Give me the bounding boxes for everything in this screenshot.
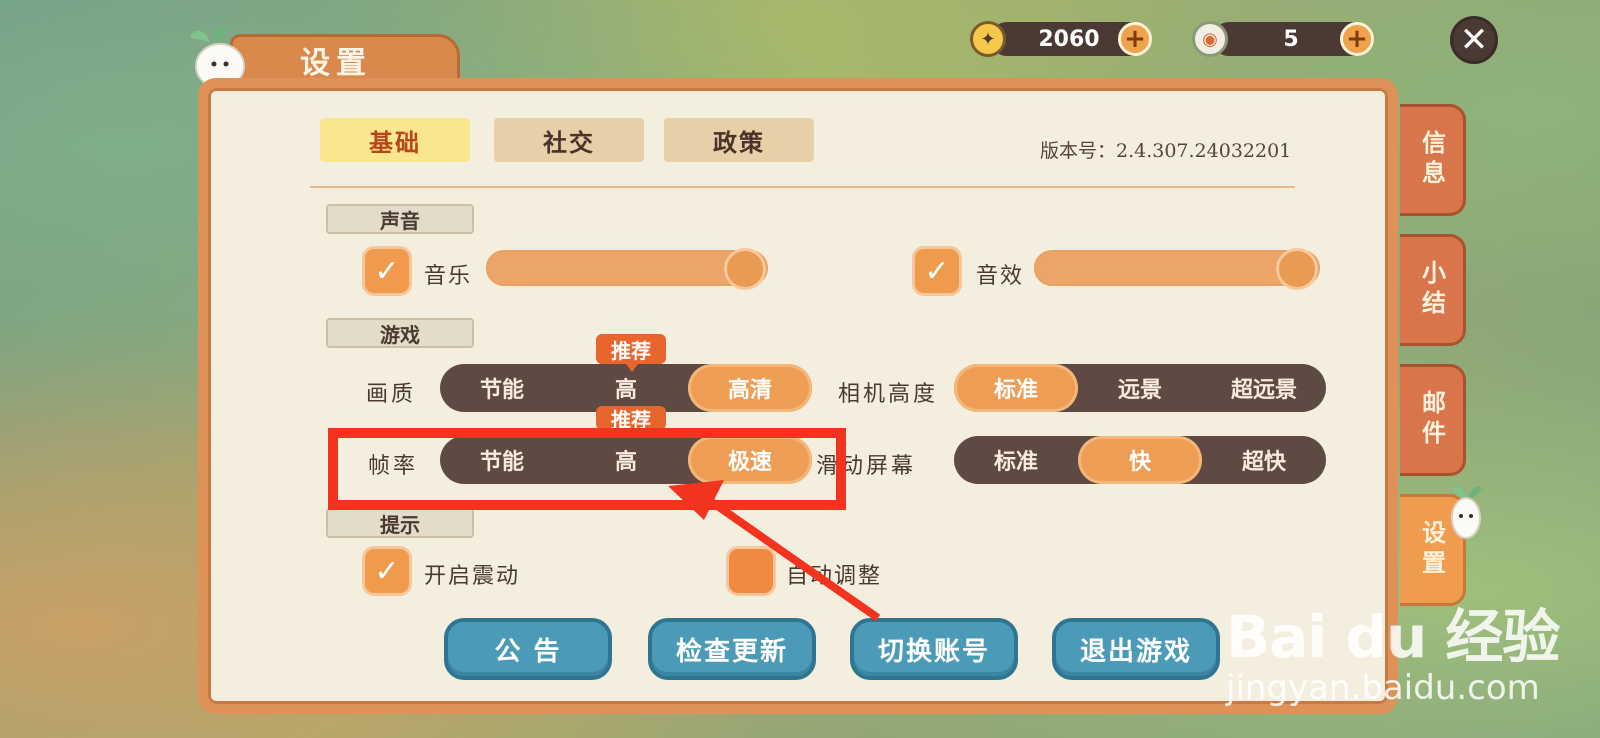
annotation-highlight-box (328, 428, 846, 510)
tab-social[interactable]: 社交 (494, 118, 644, 162)
coin-count: 2060 (1038, 26, 1100, 52)
watermark-brand: Bai du 经验 (1226, 603, 1560, 671)
side-tab-info[interactable]: 信息 (1400, 104, 1466, 216)
sfx-checkbox[interactable]: ✓ (912, 246, 962, 296)
camera-height-selector: 标准 远景 超远景 (954, 364, 1326, 412)
switch-account-button[interactable]: 切换账号 (850, 618, 1018, 680)
scroll-speed-option[interactable]: 超快 (1202, 436, 1326, 484)
close-icon: ✕ (1459, 20, 1489, 60)
music-slider[interactable] (486, 248, 768, 290)
side-tab-mail[interactable]: 邮件 (1400, 364, 1466, 476)
page-title: 设置 (300, 46, 372, 81)
auto-adjust-label: 自动调整 (786, 564, 883, 589)
sfx-slider[interactable] (1034, 248, 1320, 290)
camera-height-label: 相机高度 (838, 382, 939, 407)
scroll-speed-option[interactable]: 标准 (954, 436, 1078, 484)
gem-count: 5 (1283, 26, 1299, 52)
tab-policy[interactable]: 政策 (664, 118, 814, 162)
side-tab-summary[interactable]: 小结 (1400, 234, 1466, 346)
quality-option[interactable]: 节能 (440, 364, 564, 412)
check-icon: ✓ (374, 553, 400, 589)
add-gems-button[interactable]: + (1340, 22, 1374, 56)
vibrate-checkbox[interactable]: ✓ (362, 546, 412, 596)
scroll-speed-option[interactable]: 快 (1078, 436, 1202, 484)
recommend-badge: 推荐 (596, 334, 666, 372)
side-tab-label: 小结 (1417, 260, 1446, 320)
tab-basic[interactable]: 基础 (320, 118, 470, 162)
close-button[interactable]: ✕ (1450, 16, 1498, 64)
auto-adjust-checkbox[interactable] (726, 546, 776, 596)
check-icon: ✓ (924, 253, 950, 289)
gem-coin-icon: ◉ (1192, 21, 1228, 57)
check-update-button[interactable]: 检查更新 (648, 618, 816, 680)
scroll-speed-selector: 标准 快 超快 (954, 436, 1326, 484)
sfx-slider-knob[interactable] (1276, 248, 1318, 290)
side-tab-label: 设置 (1417, 520, 1446, 580)
divider (310, 186, 1295, 188)
watermark-url: jingyan.baidu.com (1226, 668, 1540, 708)
vibrate-label: 开启震动 (424, 564, 521, 589)
camera-height-option[interactable]: 远景 (1078, 364, 1202, 412)
camera-height-option[interactable]: 超远景 (1202, 364, 1326, 412)
section-game: 游戏 (326, 318, 474, 348)
section-sound: 声音 (326, 204, 474, 234)
add-coins-button[interactable]: + (1118, 22, 1152, 56)
music-label: 音乐 (424, 264, 473, 289)
side-tab-label: 邮件 (1417, 390, 1446, 450)
watermark: Bai du 经验 jingyan.baidu.com (1226, 590, 1560, 708)
exit-game-button[interactable]: 退出游戏 (1052, 618, 1220, 680)
side-tab-label: 信息 (1417, 130, 1446, 190)
star-coin-icon: ✦ (970, 21, 1006, 57)
music-checkbox[interactable]: ✓ (362, 246, 412, 296)
quality-label: 画质 (366, 382, 417, 407)
camera-height-option[interactable]: 标准 (954, 364, 1078, 412)
check-icon: ✓ (374, 253, 400, 289)
sfx-label: 音效 (976, 264, 1025, 289)
recommend-badge: 推荐 (596, 406, 666, 438)
notice-button[interactable]: 公 告 (444, 618, 612, 680)
music-slider-knob[interactable] (724, 248, 766, 290)
section-hints: 提示 (326, 508, 474, 538)
version-label: 版本号：2.4.307.24032201 (1040, 140, 1292, 162)
quality-option[interactable]: 高清 (688, 364, 812, 412)
radish-mascot-icon (1451, 486, 1482, 539)
